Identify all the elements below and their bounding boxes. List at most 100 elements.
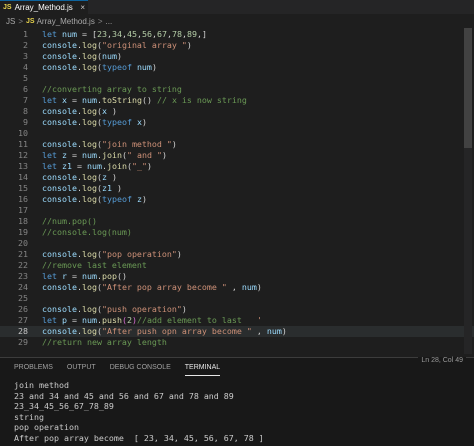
line-number: 1 xyxy=(23,29,28,39)
code-line[interactable]: 16 console.log(typeof z) xyxy=(0,194,474,205)
code-token: 89 xyxy=(186,29,197,39)
line-number: 7 xyxy=(23,95,28,105)
code-line[interactable]: 9 console.log(typeof x) xyxy=(0,117,474,128)
code-token: 45 xyxy=(126,29,137,39)
code-line[interactable]: 11 console.log("join method ") xyxy=(0,139,474,150)
line-number: 13 xyxy=(18,161,28,171)
code-line[interactable]: 22 //remove last element xyxy=(0,260,474,271)
code-token: () xyxy=(116,271,127,281)
code-line[interactable]: 20 xyxy=(0,238,474,249)
editor-scrollbar-thumb[interactable] xyxy=(464,28,472,148)
code-text[interactable]: //return new array length xyxy=(42,337,167,348)
code-token: ) xyxy=(116,51,122,61)
line-number: 4 xyxy=(23,62,28,72)
code-token: ) xyxy=(151,62,157,72)
code-text[interactable]: console.log("pop operation") xyxy=(42,249,182,260)
code-editor[interactable]: 1 let num = [23,34,45,56,67,78,89,] 2 conso… xyxy=(0,28,474,354)
code-text[interactable]: //converting array to string xyxy=(42,84,182,95)
code-token: log xyxy=(81,139,97,149)
code-text[interactable]: console.log("push operation") xyxy=(42,304,187,315)
breadcrumb-more[interactable]: ... xyxy=(106,17,113,26)
code-text[interactable]: //remove last element xyxy=(42,260,147,271)
line-number: 29 xyxy=(18,337,28,347)
code-line[interactable]: 23 let r = num.pop() xyxy=(0,271,474,282)
code-line[interactable]: 2 console.log("original array ") xyxy=(0,40,474,51)
code-token: 34 xyxy=(111,29,122,39)
code-token: ) xyxy=(161,150,167,160)
code-token: 78 xyxy=(171,29,182,39)
code-line[interactable]: 7 let x = num.toString() // x is now stri… xyxy=(0,95,474,106)
code-line[interactable]: 21 console.log("pop operation") xyxy=(0,249,474,260)
code-token: //converting array to string xyxy=(42,84,182,94)
code-line[interactable]: 28 console.log("After push opn array beco… xyxy=(0,326,474,337)
code-line[interactable]: 27 let p = num.push(2)//add element to la… xyxy=(0,315,474,326)
code-text[interactable]: console.log(typeof num) xyxy=(42,62,157,73)
code-token: log xyxy=(81,282,97,292)
chevron-right-icon: > xyxy=(97,16,103,26)
code-text[interactable]: console.log(num) xyxy=(42,51,122,62)
code-token: join xyxy=(106,161,127,171)
code-token: num xyxy=(86,161,102,171)
code-token: num xyxy=(61,29,77,39)
code-text[interactable]: console.log(z1 ) xyxy=(42,183,122,194)
code-text[interactable]: let z1 = num.join("_") xyxy=(42,161,152,172)
code-text[interactable]: console.log(z ) xyxy=(42,172,117,183)
code-line[interactable]: 13 let z1 = num.join("_") xyxy=(0,161,474,172)
code-token: num xyxy=(81,95,97,105)
terminal-line: string xyxy=(14,411,44,422)
code-line[interactable]: 25 xyxy=(0,293,474,304)
code-text[interactable]: console.log(typeof x) xyxy=(42,117,147,128)
line-number: 3 xyxy=(23,51,28,61)
code-token: x xyxy=(101,106,112,116)
code-token: toString xyxy=(101,95,142,105)
breadcrumb-folder[interactable]: JS xyxy=(6,17,15,26)
code-text[interactable]: let p = num.push(2)//add element to last… xyxy=(42,315,262,326)
code-text[interactable]: let z = num.join(" and ") xyxy=(42,150,167,161)
code-line[interactable]: 4 console.log(typeof num) xyxy=(0,62,474,73)
code-line[interactable]: 24 console.log("After pop array become " … xyxy=(0,282,474,293)
code-line[interactable]: 15 console.log(z1 ) xyxy=(0,183,474,194)
tab-label: Array_Method.js xyxy=(14,3,73,12)
code-text[interactable]: let num = [23,34,45,56,67,78,89,] xyxy=(42,29,207,40)
panel-tab-terminal[interactable]: TERMINAL xyxy=(184,363,221,376)
code-line[interactable]: 17 xyxy=(0,205,474,216)
code-line[interactable]: 3 console.log(num) xyxy=(0,51,474,62)
code-text[interactable]: console.log("original array ") xyxy=(42,40,192,51)
code-text[interactable]: console.log(x ) xyxy=(42,106,117,117)
code-line[interactable]: 29 //return new array length xyxy=(0,337,474,348)
code-text[interactable]: console.log(typeof z) xyxy=(42,194,147,205)
code-token: ) xyxy=(141,194,147,204)
cursor-position[interactable]: Ln 28, Col 49 xyxy=(418,357,466,364)
code-text[interactable]: let r = num.pop() xyxy=(42,271,127,282)
tab-array-method[interactable]: JS Array_Method.js × xyxy=(0,0,88,14)
code-text[interactable]: let x = num.toString() // x is now strin… xyxy=(42,95,247,106)
code-token: ) xyxy=(116,183,122,193)
code-line[interactable]: 18 //num.pop() xyxy=(0,216,474,227)
panel-tab-debug-console[interactable]: DEBUG CONSOLE xyxy=(110,363,171,375)
line-number: 12 xyxy=(18,150,28,160)
code-text[interactable]: console.log("join method ") xyxy=(42,139,177,150)
breadcrumb-file[interactable]: Array_Method.js xyxy=(37,17,95,26)
chevron-right-icon: > xyxy=(18,16,24,26)
panel-tab-problems[interactable]: PROBLEMS xyxy=(14,363,53,375)
code-token: let xyxy=(42,161,62,171)
terminal-output[interactable]: join method 23 and 34 and 45 and 56 and 6… xyxy=(14,380,264,443)
code-text[interactable]: console.log("After push opn array become… xyxy=(42,326,287,337)
code-line[interactable]: 6 //converting array to string xyxy=(0,84,474,95)
code-token: () xyxy=(141,95,157,105)
code-line[interactable]: 26 console.log("push operation") xyxy=(0,304,474,315)
code-text[interactable]: console.log("After pop array become " , … xyxy=(42,282,262,293)
code-line[interactable]: 5 xyxy=(0,73,474,84)
code-line[interactable]: 10 xyxy=(0,128,474,139)
code-token: z1 xyxy=(61,161,72,171)
line-number: 5 xyxy=(23,73,28,83)
code-line[interactable]: 8 console.log(x ) xyxy=(0,106,474,117)
code-text[interactable]: //num.pop() xyxy=(42,216,97,227)
code-line[interactable]: 14 console.log(z ) xyxy=(0,172,474,183)
code-line[interactable]: 19 //console.log(num) xyxy=(0,227,474,238)
code-line[interactable]: 1 let num = [23,34,45,56,67,78,89,] xyxy=(0,29,474,40)
close-icon[interactable]: × xyxy=(80,3,85,12)
code-text[interactable]: //console.log(num) xyxy=(42,227,132,238)
panel-tab-output[interactable]: OUTPUT xyxy=(67,363,96,375)
code-line[interactable]: 12 let z = num.join(" and ") xyxy=(0,150,474,161)
